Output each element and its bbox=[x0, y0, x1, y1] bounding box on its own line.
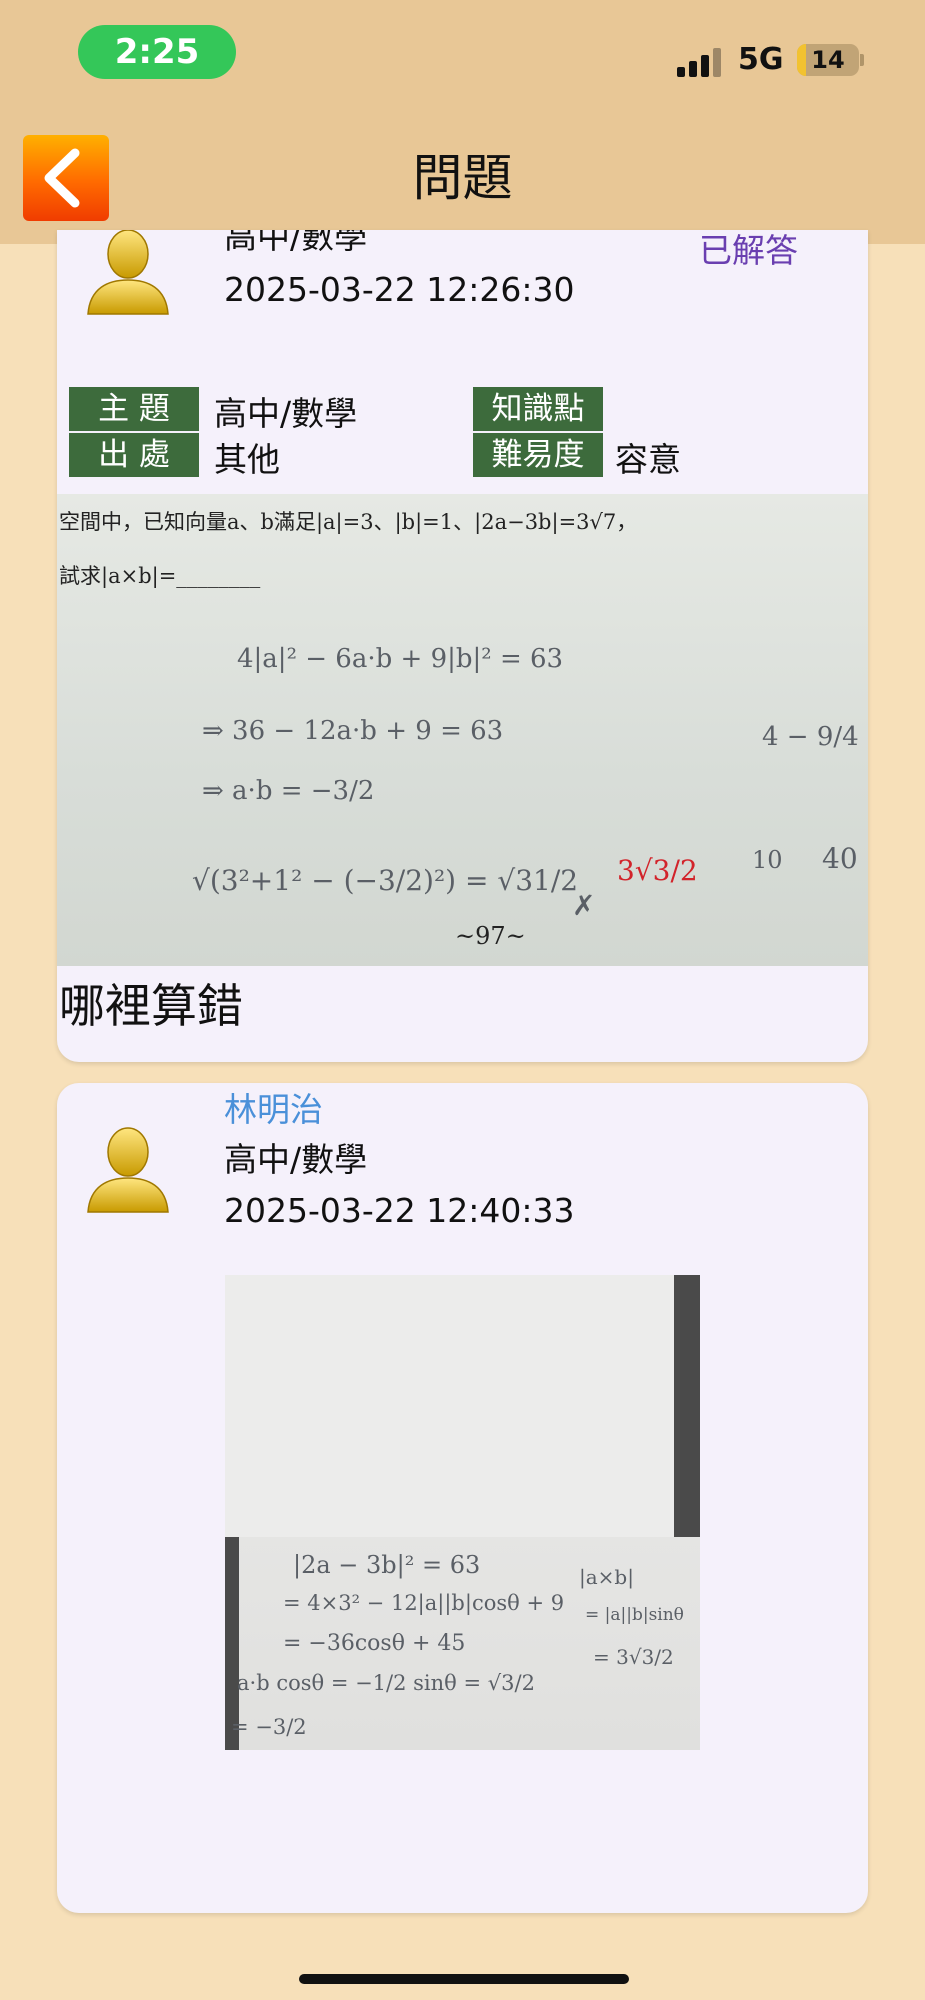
nav-bar: 問題 bbox=[0, 120, 925, 244]
paper-top bbox=[225, 1275, 700, 1537]
topic-label: 主 題 bbox=[69, 387, 199, 431]
work-line-2: = 4×3² − 12|a||b|cosθ + 9 bbox=[283, 1591, 565, 1615]
question-card[interactable]: 高中/數學 已解答 2025-03-22 12:26:30 主 題 高中/數學 … bbox=[57, 230, 868, 1062]
work-line-3: = −36cosθ + 45 bbox=[283, 1631, 466, 1656]
knowledge-label: 知識點 bbox=[473, 387, 603, 431]
back-button[interactable] bbox=[23, 135, 109, 221]
work-line-4: a·b cosθ = −1/2 sinθ = √3/2 bbox=[237, 1671, 535, 1695]
work-line-5: = −3/2 bbox=[231, 1715, 307, 1739]
status-bar: 2:25 5G 14 bbox=[0, 0, 925, 120]
side-note-3: = 3√3/2 bbox=[593, 1645, 674, 1669]
page-title: 問題 bbox=[412, 149, 513, 207]
difficulty-value: 容意 bbox=[615, 440, 681, 479]
user-avatar-icon bbox=[87, 1127, 169, 1213]
question-photo[interactable]: |2a − 3b|² = 63 = 4×3² − 12|a||b|cosθ + … bbox=[225, 1275, 700, 1750]
answer-red: 3√3/2 bbox=[617, 854, 698, 887]
page-number: ~97~ bbox=[455, 922, 526, 950]
side-note-2: 10 bbox=[752, 846, 783, 874]
time-pill[interactable]: 2:25 bbox=[78, 25, 236, 79]
source-value: 其他 bbox=[214, 440, 280, 479]
user-avatar-icon bbox=[87, 230, 169, 315]
status-time: 2:25 bbox=[114, 32, 200, 72]
post-datetime: 2025-03-22 12:26:30 bbox=[224, 270, 575, 309]
photo-shadow-edge bbox=[674, 1275, 700, 1537]
work-line-1: 4|a|² − 6a·b + 9|b|² = 63 bbox=[237, 644, 564, 674]
battery-icon: 14 bbox=[797, 44, 859, 76]
side-note-1: 4 − 9/4 bbox=[762, 722, 859, 752]
work-line-3: ⇒ a·b = −3/2 bbox=[202, 776, 375, 806]
cellular-signal-icon bbox=[677, 47, 725, 77]
work-line-1: |2a − 3b|² = 63 bbox=[293, 1551, 481, 1579]
home-indicator[interactable] bbox=[299, 1974, 629, 1984]
work-line-2: ⇒ 36 − 12a·b + 9 = 63 bbox=[202, 716, 504, 746]
question-photo[interactable]: 空間中，已知向量a、b滿足|a|=3、|b|=1、|2a−3b|=3√7， 試求… bbox=[57, 494, 868, 966]
side-note-2: = |a||b|sinθ bbox=[585, 1605, 684, 1625]
topic-value: 高中/數學 bbox=[214, 394, 358, 433]
question-text: 哪裡算錯 bbox=[59, 979, 243, 1033]
asker-name[interactable]: 林明治 bbox=[224, 1083, 323, 1131]
side-note-1: |a×b| bbox=[579, 1565, 634, 1589]
side-note-3: 40 bbox=[822, 842, 858, 875]
post-subject: 高中/數學 bbox=[224, 1140, 368, 1179]
answered-status: 已解答 bbox=[699, 231, 798, 270]
question-card[interactable]: 林明治 高中/數學 2025-03-22 12:40:33 |2a − 3b|²… bbox=[57, 1083, 868, 1913]
problem-line-1: 空間中，已知向量a、b滿足|a|=3、|b|=1、|2a−3b|=3√7， bbox=[59, 510, 638, 534]
problem-line-2: 試求|a×b|=________ bbox=[59, 564, 261, 588]
post-datetime: 2025-03-22 12:40:33 bbox=[224, 1191, 575, 1230]
cross-mark: ✗ bbox=[572, 889, 596, 922]
difficulty-label: 難易度 bbox=[473, 433, 603, 477]
post-subject: 高中/數學 bbox=[224, 230, 368, 256]
battery-cap bbox=[860, 54, 864, 66]
battery-level: 14 bbox=[811, 46, 845, 74]
chevron-left-icon bbox=[44, 148, 80, 208]
work-line-4: √(3²+1² − (−3/2)²) = √31/2 bbox=[192, 864, 579, 897]
source-label: 出 處 bbox=[69, 433, 199, 477]
network-type: 5G bbox=[738, 42, 784, 77]
